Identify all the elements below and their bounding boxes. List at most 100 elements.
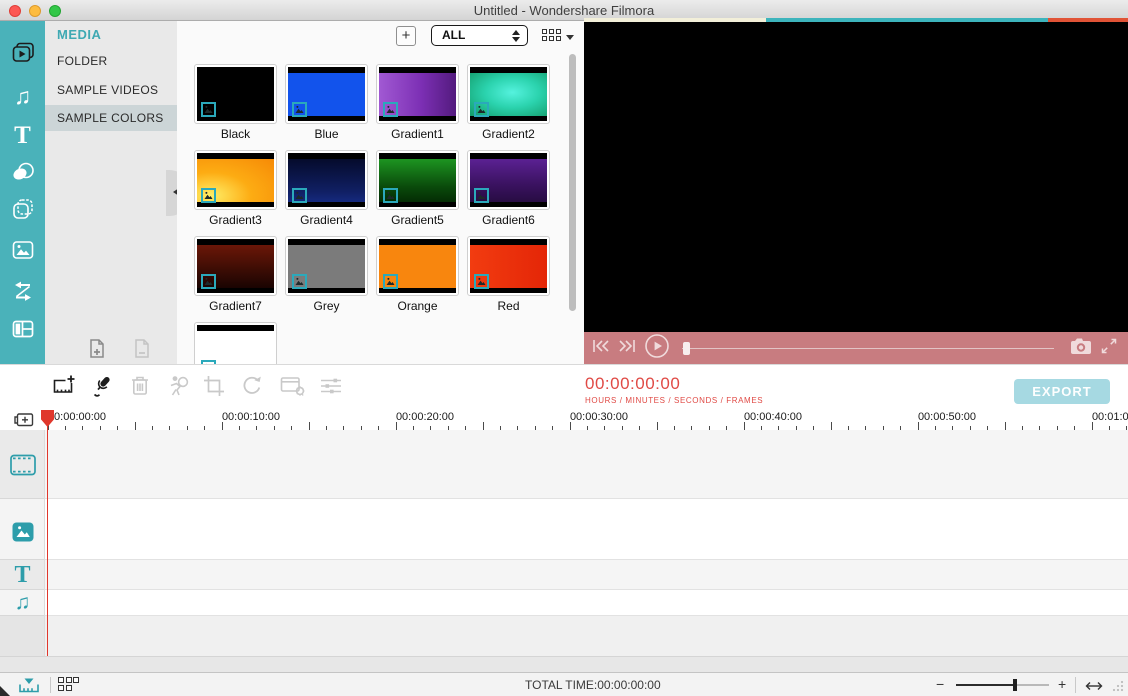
media-thumbnail[interactable]: Gradient1 — [376, 64, 459, 142]
media-thumbnail[interactable]: Orange — [376, 236, 459, 314]
thumbnail-label: Gradient4 — [285, 213, 368, 228]
sidebar-item-pip[interactable] — [0, 235, 45, 269]
fit-to-window-button[interactable] — [1084, 679, 1104, 696]
thumbnail-label: Gradient6 — [467, 213, 550, 228]
sidebar-item-media[interactable] — [0, 38, 45, 72]
text-track-icon: T — [14, 562, 30, 589]
media-thumbnail[interactable]: Gradient4 — [285, 150, 368, 228]
media-thumbnail[interactable]: Gradient3 — [194, 150, 277, 228]
delete-button[interactable] — [127, 373, 153, 399]
image-icon — [10, 237, 36, 268]
media-thumbnail[interactable]: Gradient2 — [467, 64, 550, 142]
zoom-to-fit-button[interactable] — [18, 676, 40, 696]
seek-slider[interactable] — [682, 341, 1052, 355]
crop-button[interactable] — [201, 373, 227, 399]
stepper-down-icon — [512, 37, 520, 42]
image-badge-icon — [474, 188, 489, 203]
sidebar-item-transitions[interactable] — [0, 157, 45, 191]
text-track[interactable] — [0, 560, 1128, 590]
sidebar-item-elements[interactable] — [0, 194, 45, 228]
media-thumbnail[interactable]: Grey — [285, 236, 368, 314]
split-screen-icon — [10, 316, 36, 347]
media-thumbnail[interactable]: Gradient5 — [376, 150, 459, 228]
media-thumbnail[interactable]: Gradient7 — [194, 236, 277, 314]
library-scrollbar[interactable] — [569, 54, 576, 311]
zoom-slider-handle[interactable] — [1013, 679, 1017, 691]
media-thumbnail[interactable] — [194, 322, 277, 364]
zoom-slider-fill — [956, 684, 1015, 686]
rotate-button[interactable] — [239, 373, 265, 399]
split-button[interactable] — [165, 373, 191, 399]
view-mode-button[interactable] — [542, 29, 574, 45]
timeline-zoom-in-button[interactable]: + — [1058, 676, 1066, 692]
fit-timeline-icon — [18, 676, 40, 694]
add-media-button[interactable]: + — [396, 26, 416, 46]
sidebar-item-split-toning[interactable] — [0, 276, 45, 310]
media-thumbnail[interactable]: Black — [194, 64, 277, 142]
music-track-icon: ♫ — [15, 591, 31, 615]
video-track-header[interactable] — [0, 453, 45, 477]
microphone-icon — [90, 373, 116, 399]
nav-item-folder[interactable]: FOLDER — [45, 48, 177, 74]
add-track-button[interactable] — [13, 411, 35, 434]
ruler-time-label: 00:00:20:00 — [385, 411, 465, 423]
ruler-time-label: 00:00:00:00 — [45, 411, 117, 423]
caret-down-icon — [566, 35, 574, 40]
filter-dropdown[interactable]: ALL — [431, 25, 528, 46]
corner-marker — [0, 686, 10, 696]
nav-item-sample-videos[interactable]: SAMPLE VIDEOS — [45, 77, 177, 103]
track-manager-button[interactable] — [58, 677, 79, 691]
swap-arrows-icon — [10, 278, 36, 309]
video-track[interactable] — [0, 430, 1128, 499]
pip-track-header[interactable] — [0, 521, 45, 543]
playhead-line[interactable] — [47, 410, 49, 656]
thumbnail-image — [194, 64, 277, 124]
nav-item-sample-colors[interactable]: SAMPLE COLORS — [45, 105, 177, 131]
stepper-up-icon — [512, 30, 520, 35]
text-track-header[interactable]: T — [0, 562, 45, 589]
thumbnail-image — [376, 150, 459, 210]
timeline-zoom-out-button[interactable]: − — [936, 676, 944, 692]
media-nav-panel: MEDIA FOLDER SAMPLE VIDEOS SAMPLE COLORS — [45, 21, 177, 364]
thumbnail-image — [467, 64, 550, 124]
timeline-bottom-strip — [0, 656, 1128, 672]
resize-grip[interactable] — [1112, 679, 1124, 696]
sidebar-item-audio[interactable]: ♫ — [0, 79, 45, 113]
music-track[interactable] — [0, 590, 1128, 616]
rotate-icon — [239, 373, 265, 399]
thumbnail-image — [194, 236, 277, 296]
previous-frame-button[interactable] — [592, 338, 610, 359]
play-button[interactable] — [644, 333, 670, 364]
seek-handle[interactable] — [683, 342, 690, 355]
timeline-ruler[interactable]: 00:00:00:0000:00:10:0000:00:20:0000:00:3… — [45, 410, 1128, 430]
music-track-header[interactable]: ♫ — [0, 591, 45, 615]
thumbnail-image — [285, 150, 368, 210]
pip-track[interactable] — [0, 499, 1128, 560]
record-voiceover-button[interactable] — [90, 373, 116, 399]
sidebar-item-text[interactable]: T — [0, 118, 45, 152]
total-time-label: TOTAL TIME:00:00:00:00 — [525, 678, 661, 692]
image-badge-icon — [383, 188, 398, 203]
snapshot-button[interactable] — [1070, 337, 1092, 360]
timeline-empty-area — [0, 616, 1128, 656]
remove-file-icon — [131, 336, 155, 360]
sidebar-item-split-screen[interactable] — [0, 314, 45, 348]
timeline-zoom-slider[interactable] — [956, 684, 1049, 686]
fullscreen-button[interactable] — [1100, 337, 1118, 360]
import-file-button[interactable] — [86, 336, 110, 360]
add-to-timeline-button[interactable] — [51, 373, 77, 399]
image-badge-icon — [201, 102, 216, 117]
status-bar: TOTAL TIME:00:00:00:00 − + — [0, 672, 1128, 696]
adjust-button[interactable] — [318, 373, 344, 399]
export-button[interactable]: EXPORT — [1014, 379, 1110, 404]
edit-properties-button[interactable] — [279, 373, 305, 399]
thumbnail-image — [467, 236, 550, 296]
media-thumbnail[interactable]: Gradient6 — [467, 150, 550, 228]
next-frame-button[interactable] — [618, 338, 636, 359]
camera-icon — [1070, 337, 1092, 355]
media-thumbnail[interactable]: Red — [467, 236, 550, 314]
media-thumbnail[interactable]: Blue — [285, 64, 368, 142]
remove-file-button[interactable] — [131, 336, 155, 360]
image-track-icon — [11, 521, 35, 543]
thumbnail-image — [194, 150, 277, 210]
